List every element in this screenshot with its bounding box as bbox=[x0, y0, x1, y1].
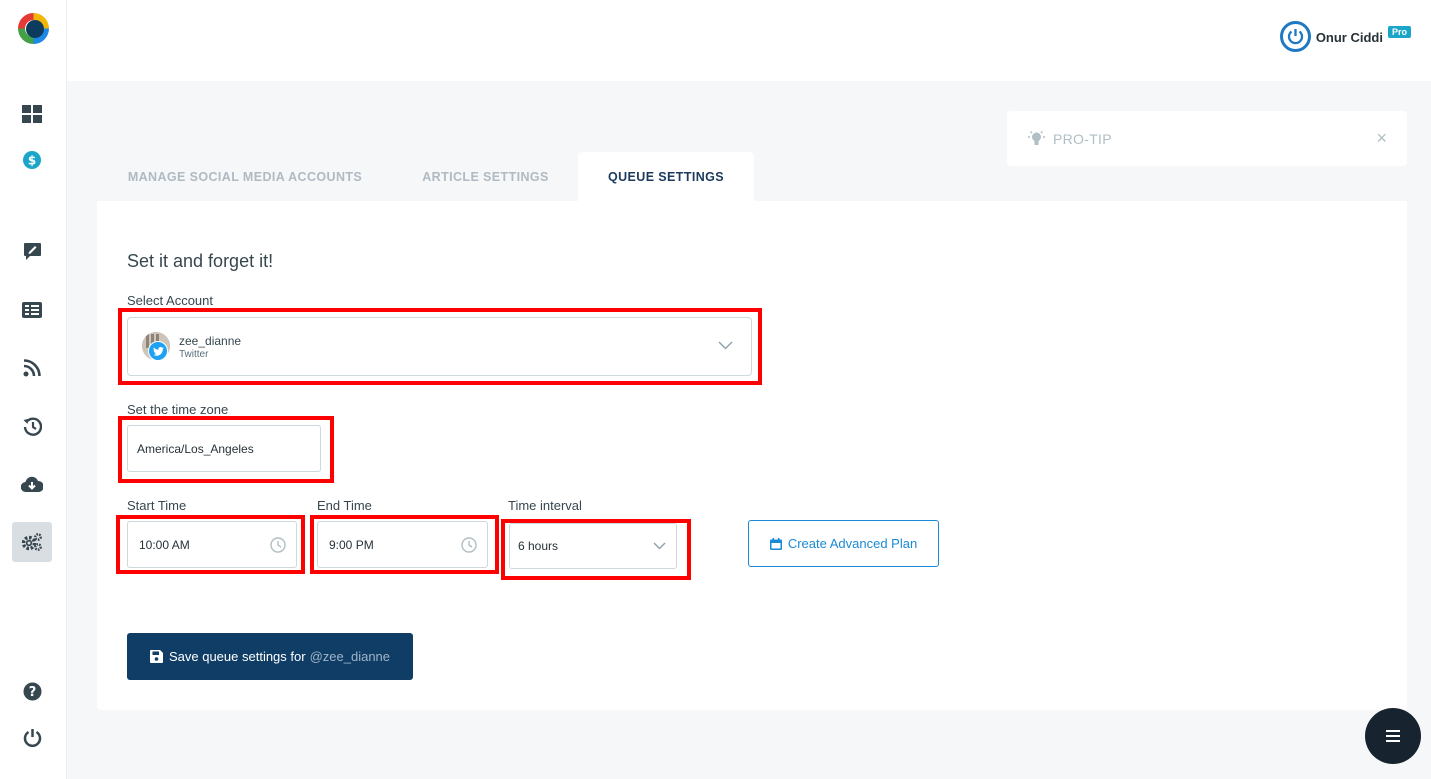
timezone-value: America/Los_Angeles bbox=[137, 441, 254, 456]
account-name: zee_dianne bbox=[179, 334, 242, 348]
timezone-input[interactable]: America/Los_Angeles bbox=[127, 425, 321, 472]
sidebar-item-help[interactable]: ? bbox=[12, 671, 52, 711]
start-time-label: Start Time bbox=[127, 498, 187, 513]
save-account-handle: @zee_dianne bbox=[309, 649, 391, 664]
save-queue-settings-label: Save queue settings for bbox=[168, 649, 306, 664]
dollar-icon: $ bbox=[23, 151, 41, 169]
end-time-input[interactable]: 9:00 PM bbox=[317, 521, 488, 568]
settings-gears-icon bbox=[21, 533, 42, 551]
end-time-value: 9:00 PM bbox=[329, 537, 374, 552]
account-network: Twitter bbox=[179, 349, 209, 360]
create-advanced-plan-label: Create Advanced Plan bbox=[787, 536, 918, 551]
floating-menu-button[interactable] bbox=[1365, 708, 1421, 764]
rss-icon bbox=[23, 359, 41, 377]
tab-manage-social-media-accounts[interactable]: MANAGE SOCIAL MEDIA ACCOUNTS bbox=[97, 152, 393, 201]
time-interval-label: Time interval bbox=[508, 498, 582, 513]
dashboard-icon bbox=[22, 105, 42, 123]
sidebar-item-history[interactable] bbox=[12, 406, 52, 446]
page-heading: Set it and forget it! bbox=[127, 251, 274, 271]
end-time-label: End Time bbox=[317, 498, 372, 513]
hamburger-menu-icon bbox=[1386, 730, 1400, 742]
sidebar-item-billing[interactable]: $ bbox=[12, 140, 52, 180]
svg-text:$: $ bbox=[28, 154, 36, 168]
save-queue-settings-button[interactable]: Save queue settings for @zee_dianne bbox=[127, 633, 413, 680]
calendar-icon bbox=[769, 537, 782, 550]
help-icon: ? bbox=[23, 682, 41, 700]
start-time-input[interactable]: 10:00 AM bbox=[127, 521, 297, 568]
sidebar-item-articles[interactable] bbox=[12, 290, 52, 330]
select-account-label: Select Account bbox=[127, 293, 213, 308]
tab-article-settings[interactable]: ARTICLE SETTINGS bbox=[393, 152, 578, 201]
sidebar-item-compose[interactable] bbox=[12, 231, 52, 271]
article-list-icon bbox=[22, 302, 42, 318]
start-time-value: 10:00 AM bbox=[139, 537, 190, 552]
tab-queue-settings[interactable]: QUEUE SETTINGS bbox=[578, 152, 754, 201]
power-logo-icon bbox=[1287, 29, 1303, 45]
pro-badge: Pro bbox=[1387, 25, 1411, 38]
sidebar-item-feeds[interactable] bbox=[12, 348, 52, 388]
chevron-down-icon bbox=[653, 542, 666, 550]
top-header: Onur Ciddi Pro bbox=[67, 0, 1431, 81]
clock-icon bbox=[461, 536, 477, 553]
save-icon bbox=[149, 650, 163, 663]
timezone-label: Set the time zone bbox=[127, 402, 229, 417]
time-interval-value: 6 hours bbox=[518, 539, 559, 553]
lightbulb-icon bbox=[1028, 130, 1045, 145]
user-avatar bbox=[1279, 21, 1311, 52]
protip-banner: PRO-TIP × bbox=[1007, 111, 1407, 166]
close-icon[interactable]: × bbox=[1376, 129, 1387, 147]
chevron-down-icon bbox=[718, 341, 733, 350]
sidebar-item-logout[interactable] bbox=[12, 717, 52, 757]
time-interval-select[interactable]: 6 hours bbox=[509, 523, 677, 569]
app-logo[interactable] bbox=[16, 11, 51, 46]
sidebar: $ ? bbox=[0, 0, 67, 779]
history-icon bbox=[23, 417, 42, 436]
power-icon bbox=[23, 728, 41, 747]
cloud-download-icon bbox=[21, 476, 43, 492]
compose-icon bbox=[23, 242, 41, 260]
sidebar-item-settings[interactable] bbox=[12, 522, 52, 562]
sidebar-item-import[interactable] bbox=[12, 464, 52, 504]
user-menu[interactable]: Onur Ciddi Pro bbox=[1279, 21, 1411, 52]
clock-icon bbox=[270, 536, 286, 553]
svg-text:?: ? bbox=[28, 685, 36, 700]
account-select[interactable]: zee_dianne Twitter bbox=[127, 317, 752, 376]
create-advanced-plan-button[interactable]: Create Advanced Plan bbox=[748, 520, 939, 567]
twitter-icon bbox=[148, 341, 168, 361]
sidebar-item-dashboard[interactable] bbox=[12, 94, 52, 134]
protip-label: PRO-TIP bbox=[1053, 130, 1112, 147]
user-name: Onur Ciddi bbox=[1315, 30, 1383, 45]
